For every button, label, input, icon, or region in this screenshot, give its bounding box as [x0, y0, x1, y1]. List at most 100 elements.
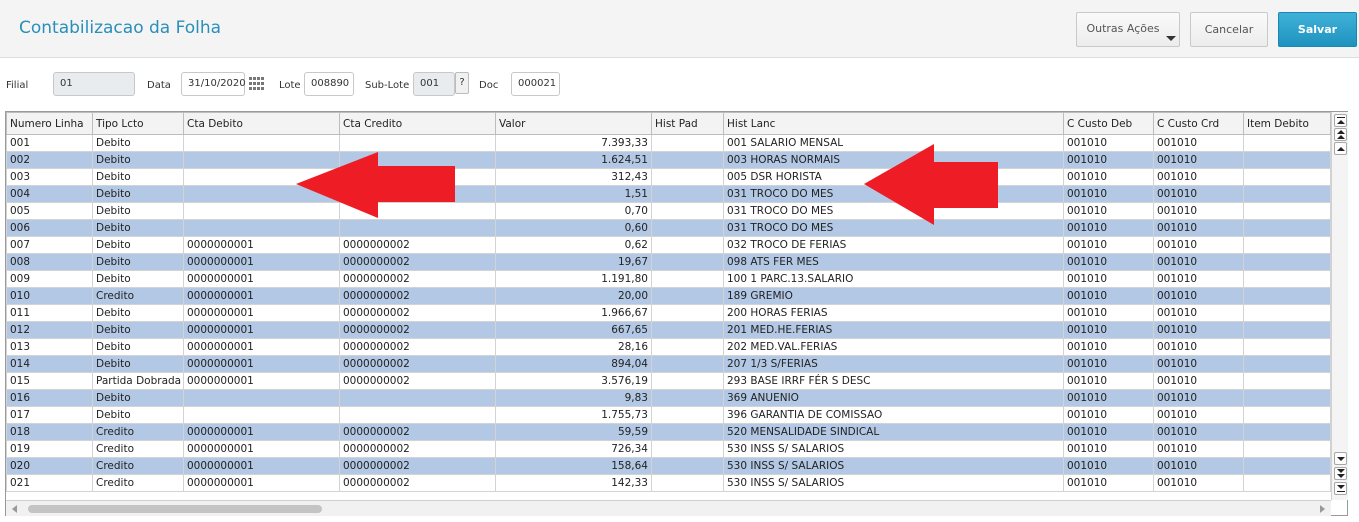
table-row[interactable]: 020 Credito 0000000001 0000000002 158,64 530 …	[6, 457, 1331, 475]
table-cell[interactable]: Debito	[92, 202, 184, 220]
table-cell[interactable]: 200 HORAS FERIAS	[723, 304, 1064, 322]
table-cell[interactable]	[183, 406, 340, 424]
table-cell[interactable]: 001010	[1063, 474, 1154, 492]
table-cell[interactable]	[1243, 355, 1331, 373]
table-cell[interactable]	[651, 270, 724, 288]
table-cell[interactable]: 158,64	[495, 457, 652, 475]
table-cell[interactable]: 0000000002	[339, 440, 496, 458]
table-cell[interactable]: 0000000002	[339, 474, 496, 492]
table-cell[interactable]: 001010	[1063, 168, 1154, 186]
table-row[interactable]: 019 Credito 0000000001 0000000002 726,34 530 …	[6, 440, 1331, 458]
table-cell[interactable]	[651, 457, 724, 475]
column-header[interactable]: Hist Pad	[651, 112, 724, 135]
table-cell[interactable]	[651, 236, 724, 254]
table-cell[interactable]: Debito	[92, 236, 184, 254]
table-cell[interactable]: 001010	[1063, 321, 1154, 339]
table-cell[interactable]: 001010	[1063, 406, 1154, 424]
table-row[interactable]: 003 Debito 312,43 005 DSR HORISTA 001010 0010…	[6, 168, 1331, 186]
table-cell[interactable]	[339, 406, 496, 424]
sublote-field[interactable]: 001	[413, 72, 455, 96]
table-cell[interactable]	[651, 253, 724, 271]
table-row[interactable]: 017 Debito 1.755,73 396 GARANTIA DE COMISSA…	[6, 406, 1331, 424]
table-cell[interactable]: Debito	[92, 304, 184, 322]
table-cell[interactable]	[1243, 406, 1331, 424]
column-header[interactable]: Cta Credito	[339, 112, 496, 135]
table-cell[interactable]: 894,04	[495, 355, 652, 373]
table-cell[interactable]: Credito	[92, 440, 184, 458]
table-cell[interactable]: 001010	[1153, 134, 1244, 152]
table-cell[interactable]	[183, 219, 340, 237]
table-cell[interactable]: 0,60	[495, 219, 652, 237]
table-cell[interactable]: 530 INSS S/ SALARIOS	[723, 457, 1064, 475]
table-cell[interactable]: 100 1 PARC.13.SALARIO	[723, 270, 1064, 288]
table-cell[interactable]	[1243, 270, 1331, 288]
table-cell[interactable]: 001010	[1153, 287, 1244, 305]
table-cell[interactable]	[1243, 202, 1331, 220]
table-cell[interactable]: 1.624,51	[495, 151, 652, 169]
table-cell[interactable]: 293 BASE IRRF FÉR S DESC	[723, 372, 1064, 390]
lote-field[interactable]: 008890	[304, 72, 354, 96]
horizontal-scrollbar[interactable]	[6, 500, 1331, 516]
table-cell[interactable]	[1243, 321, 1331, 339]
table-cell[interactable]: 9,83	[495, 389, 652, 407]
table-cell[interactable]: 020	[6, 457, 93, 475]
table-cell[interactable]: Credito	[92, 287, 184, 305]
table-cell[interactable]: Debito	[92, 389, 184, 407]
table-cell[interactable]	[1243, 134, 1331, 152]
table-cell[interactable]	[1243, 236, 1331, 254]
table-cell[interactable]: Debito	[92, 253, 184, 271]
table-row[interactable]: 021 Credito 0000000001 0000000002 142,33 530 …	[6, 474, 1331, 492]
table-cell[interactable]: 0000000002	[339, 338, 496, 356]
table-cell[interactable]	[651, 389, 724, 407]
scroll-down-icon[interactable]	[1334, 452, 1347, 465]
table-cell[interactable]: 530 INSS S/ SALARIOS	[723, 440, 1064, 458]
table-row[interactable]: 008 Debito 0000000001 0000000002 19,67 098 AT…	[6, 253, 1331, 271]
table-cell[interactable]: 001	[6, 134, 93, 152]
filial-field[interactable]: 01	[53, 72, 135, 96]
table-cell[interactable]	[1243, 253, 1331, 271]
table-cell[interactable]: 001010	[1063, 423, 1154, 441]
table-cell[interactable]	[1243, 389, 1331, 407]
table-cell[interactable]: 014	[6, 355, 93, 373]
table-cell[interactable]: 20,00	[495, 287, 652, 305]
column-header[interactable]: C Custo Deb	[1063, 112, 1154, 135]
table-row[interactable]: 002 Debito 1.624,51 003 HORAS NORMAIS 001010…	[6, 151, 1331, 169]
table-cell[interactable]: 59,59	[495, 423, 652, 441]
table-cell[interactable]: 012	[6, 321, 93, 339]
table-cell[interactable]: 001010	[1153, 423, 1244, 441]
data-field[interactable]: 31/10/2020	[181, 72, 246, 96]
table-cell[interactable]: Debito	[92, 355, 184, 373]
table-row[interactable]: 011 Debito 0000000001 0000000002 1.966,67 200…	[6, 304, 1331, 322]
column-header[interactable]: Cta Debito	[183, 112, 340, 135]
table-cell[interactable]: 001010	[1063, 185, 1154, 203]
table-cell[interactable]: 0000000001	[183, 423, 340, 441]
table-cell[interactable]: 001010	[1153, 219, 1244, 237]
table-cell[interactable]	[1243, 440, 1331, 458]
table-cell[interactable]: Debito	[92, 406, 184, 424]
table-cell[interactable]: Credito	[92, 474, 184, 492]
table-cell[interactable]	[651, 474, 724, 492]
table-row[interactable]: 005 Debito 0,70 031 TROCO DO MES 001010 00101…	[6, 202, 1331, 220]
table-row[interactable]: 016 Debito 9,83 369 ANUENIO 001010 001010	[6, 389, 1331, 407]
doc-field[interactable]: 000021	[511, 72, 560, 96]
table-cell[interactable]: 312,43	[495, 168, 652, 186]
table-cell[interactable]	[651, 321, 724, 339]
table-cell[interactable]: 001010	[1063, 287, 1154, 305]
table-cell[interactable]	[651, 406, 724, 424]
scroll-page-up-icon[interactable]	[1334, 128, 1347, 141]
table-cell[interactable]: 142,33	[495, 474, 652, 492]
table-cell[interactable]: 006	[6, 219, 93, 237]
column-header[interactable]: Hist Lanc	[723, 112, 1064, 135]
table-row[interactable]: 012 Debito 0000000001 0000000002 667,65 201 M…	[6, 321, 1331, 339]
column-header[interactable]: C Custo Crd	[1153, 112, 1244, 135]
table-cell[interactable]: 0000000002	[339, 355, 496, 373]
table-cell[interactable]: 0000000001	[183, 372, 340, 390]
table-cell[interactable]	[183, 389, 340, 407]
table-cell[interactable]: 001010	[1063, 304, 1154, 322]
table-row[interactable]: 010 Credito 0000000001 0000000002 20,00 189 G…	[6, 287, 1331, 305]
table-cell[interactable]: 0000000002	[339, 287, 496, 305]
scroll-up-icon[interactable]	[1334, 142, 1347, 155]
table-cell[interactable]: 008	[6, 253, 93, 271]
table-cell[interactable]: 001010	[1063, 202, 1154, 220]
table-cell[interactable]: 001010	[1153, 355, 1244, 373]
